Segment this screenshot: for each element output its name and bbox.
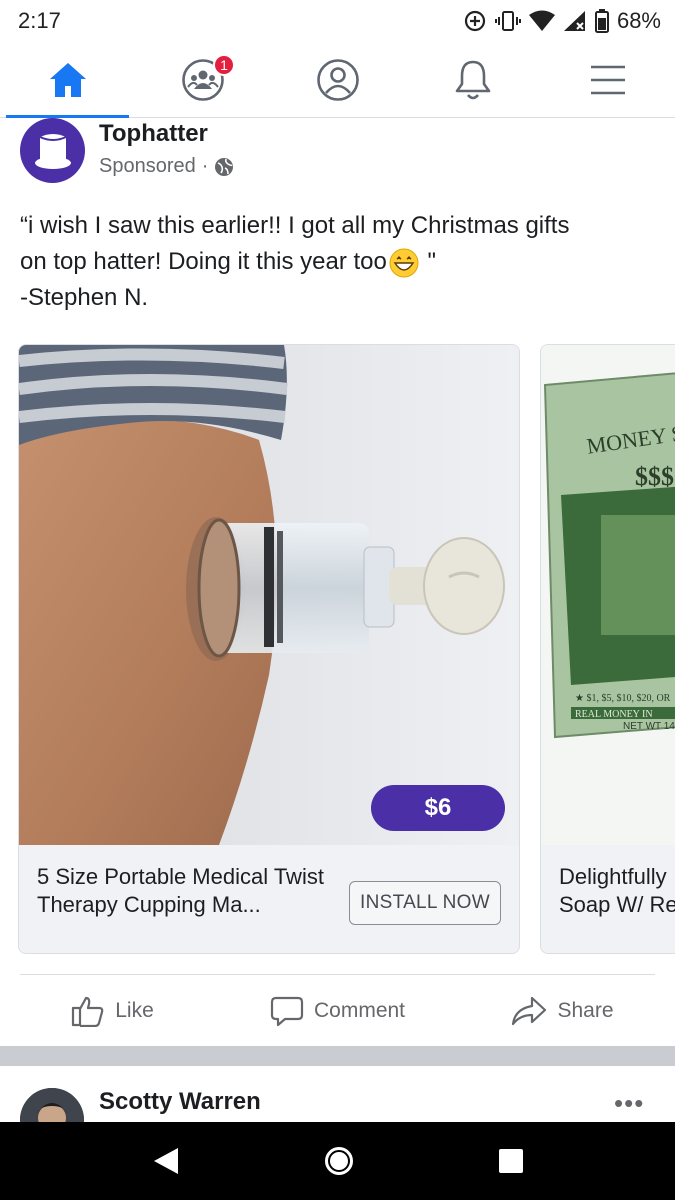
share-button[interactable]: Share (450, 978, 675, 1044)
tab-home[interactable] (0, 42, 135, 118)
product-title[interactable]: 5 Size Portable Medical Twist Therapy Cu… (37, 863, 327, 919)
comment-label: Comment (313, 999, 406, 1022)
post-header: Tophatter Sponsored · (20, 118, 660, 188)
back-icon[interactable] (152, 1146, 180, 1176)
tab-menu[interactable] (540, 42, 675, 117)
ad-carousel[interactable]: $6 5 Size Portable Medical Twist Therapy… (0, 344, 675, 956)
install-now-button[interactable]: INSTALL NOW (349, 881, 501, 925)
post-text-main: “i wish I saw this earlier!! I got all m… (20, 212, 570, 275)
box-denominations: ★ $1, $5, $10, $20, OR (575, 693, 671, 704)
product-title[interactable]: Delightfully Soap W/ Re (559, 863, 675, 919)
recents-icon[interactable] (498, 1148, 524, 1174)
share-label: Share (557, 999, 614, 1022)
top-hat-logo-icon (34, 133, 71, 169)
carousel-card[interactable]: $6 5 Size Portable Medical Twist Therapy… (18, 344, 520, 954)
product-image[interactable]: MONEY SO $$$ ★ $1, $5, $10, $20, OR REAL… (541, 345, 675, 845)
post-actions: Like Comment Share (0, 978, 675, 1044)
android-nav-bar (0, 1122, 675, 1200)
vibrate-icon (494, 11, 521, 31)
comment-icon (270, 996, 304, 1027)
notification-badge: 1 (213, 54, 235, 76)
data-saver-icon (464, 10, 486, 32)
tab-notifications[interactable] (405, 42, 540, 117)
post-text: “i wish I saw this earlier!! I got all m… (20, 208, 660, 316)
status-time: 2:17 (18, 8, 61, 33)
post-meta: Sponsored · (99, 155, 234, 178)
bell-icon (455, 60, 490, 99)
grinning-emoji-icon (389, 248, 419, 278)
comment-button[interactable]: Comment (225, 978, 450, 1044)
box-dollar-signs: $$$ (635, 462, 674, 491)
status-bar: 2:17 68% (0, 0, 675, 42)
product-image[interactable]: $6 (19, 345, 519, 845)
divider (20, 974, 655, 975)
top-nav: 1 (0, 42, 675, 118)
status-icons: 68% (463, 8, 661, 34)
price-tag: $6 (371, 785, 505, 831)
battery-percent: 68% (616, 8, 661, 33)
card-footer: Delightfully Soap W/ Re (541, 845, 675, 953)
carousel-card[interactable]: MONEY SO $$$ ★ $1, $5, $10, $20, OR REAL… (540, 344, 675, 954)
box-real-money: REAL MONEY IN (575, 709, 653, 720)
cupping-device-image (19, 345, 519, 845)
feed-separator (0, 1046, 675, 1066)
signal-icon (563, 11, 585, 31)
home-circle-icon[interactable] (323, 1145, 355, 1177)
wifi-icon (528, 10, 555, 31)
like-label: Like (115, 999, 154, 1022)
like-button[interactable]: Like (0, 978, 225, 1044)
sponsored-label[interactable]: Sponsored (99, 155, 196, 178)
page-avatar[interactable] (20, 118, 85, 183)
globe-icon (215, 157, 234, 176)
card-footer: 5 Size Portable Medical Twist Therapy Cu… (19, 845, 519, 953)
meta-separator: · (201, 155, 209, 177)
box-net-weight: NET WT 14 (623, 721, 675, 732)
more-options-icon[interactable]: ••• (614, 1088, 644, 1119)
thumbs-up-icon (72, 996, 104, 1027)
next-post-header: Scotty Warren ••• (0, 1066, 675, 1152)
author-name[interactable]: Scotty Warren (99, 1088, 261, 1116)
battery-icon (594, 9, 609, 33)
profile-icon (316, 58, 359, 101)
money-soap-image: MONEY SO $$$ ★ $1, $5, $10, $20, OR REAL… (541, 345, 675, 845)
tab-groups[interactable]: 1 (135, 42, 270, 117)
hamburger-menu-icon (590, 65, 625, 94)
home-icon (49, 62, 86, 97)
tab-profile[interactable] (270, 42, 405, 117)
page-name[interactable]: Tophatter (99, 120, 208, 148)
share-arrow-icon (512, 996, 547, 1026)
